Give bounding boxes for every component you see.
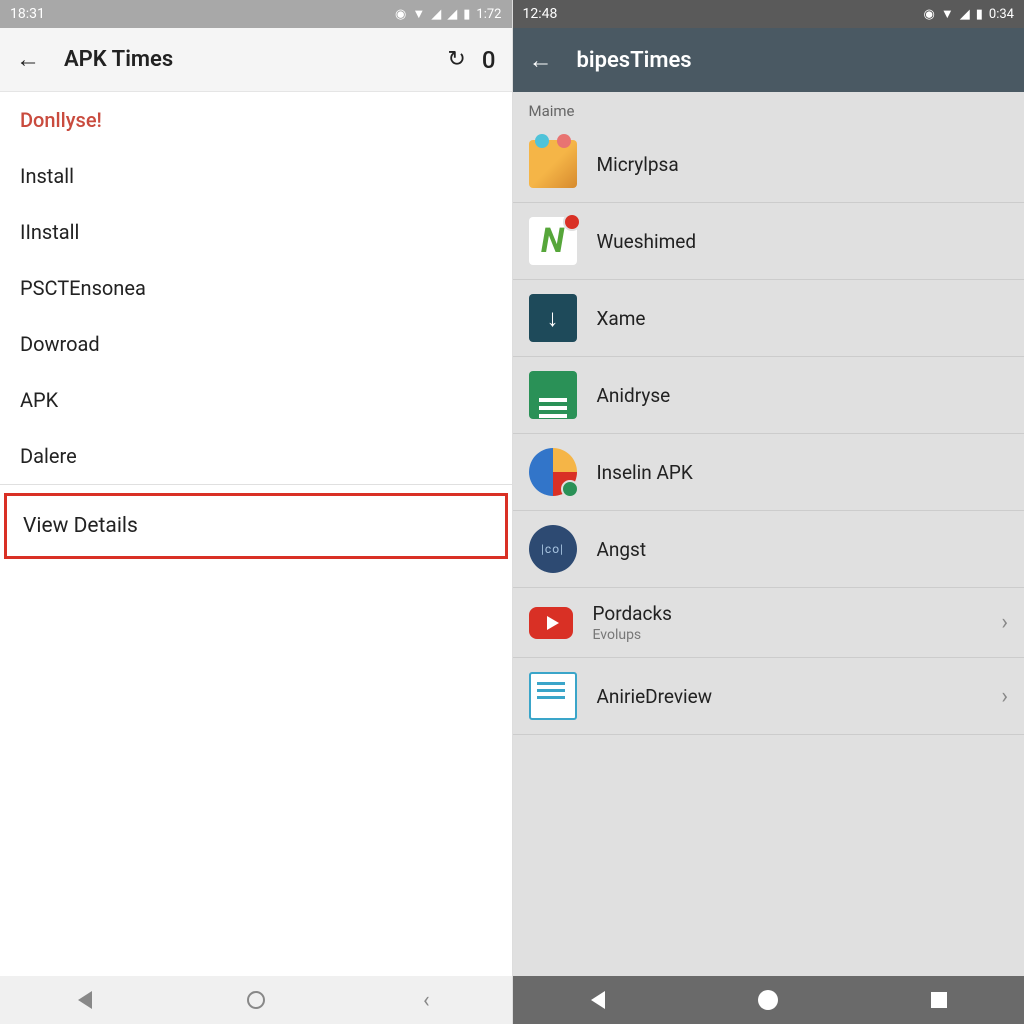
status-bar: 12:48 ◉ ▼ ◢ ▮ 0:34	[513, 0, 1024, 28]
mail-icon	[529, 140, 577, 188]
signal-icon: ◢	[431, 7, 441, 22]
app-name: Angst	[597, 538, 1009, 561]
notif-icon: ◉	[395, 7, 406, 22]
app-row[interactable]: AnirieDreview›	[513, 658, 1024, 735]
battery-icon: ▮	[976, 7, 983, 22]
app-name: AnirieDreview	[597, 685, 1002, 708]
signal-icon: ◢	[960, 7, 970, 22]
left-phone: 18:31 ◉ ▼ ◢ ◢ ▮ 1:72 ← APK Times ↻ 0 Don…	[0, 0, 513, 1024]
status-icons: ◉ ▼ ◢ ◢ ▮ 1:72	[395, 6, 501, 22]
nav-back[interactable]	[67, 982, 103, 1018]
battery-text: 0:34	[989, 7, 1014, 22]
menu-item[interactable]: Dowroad	[0, 316, 512, 372]
doc-icon	[529, 672, 577, 720]
app-name: Wueshimed	[597, 230, 1009, 253]
wifi-icon: ▼	[941, 6, 954, 22]
wifi-icon: ▼	[412, 6, 425, 22]
menu-list: Donllyse!InstallIInstallPSCTEnsoneaDowro…	[0, 92, 512, 976]
down-icon: ↓	[529, 294, 577, 342]
app-row[interactable]: |co| Angst	[513, 511, 1024, 588]
status-icons: ◉ ▼ ◢ ▮ 0:34	[924, 6, 1014, 22]
app-title: APK Times	[64, 47, 447, 72]
signal-icon-2: ◢	[447, 7, 457, 22]
refresh-button[interactable]: ↻	[447, 47, 465, 72]
count-badge: 0	[482, 46, 496, 74]
nav-home[interactable]	[750, 982, 786, 1018]
nav-home[interactable]	[238, 982, 274, 1018]
battery-text: 1:72	[476, 7, 501, 22]
app-name: Pordacks	[593, 602, 1002, 625]
nav-recent[interactable]: ‹	[408, 982, 444, 1018]
menu-item[interactable]: Dalere	[0, 428, 512, 484]
menu-item[interactable]: Donllyse!	[0, 92, 512, 148]
notif-icon: ◉	[924, 7, 935, 22]
back-button[interactable]: ←	[16, 45, 40, 74]
n-icon: N	[529, 217, 577, 265]
app-name: Inselin APK	[597, 461, 1009, 484]
nav-back[interactable]	[580, 982, 616, 1018]
chevron-right-icon: ›	[1001, 684, 1008, 709]
yt-icon	[529, 607, 573, 639]
status-bar: 18:31 ◉ ▼ ◢ ◢ ▮ 1:72	[0, 0, 512, 28]
menu-item[interactable]: IInstall	[0, 204, 512, 260]
chevron-right-icon: ›	[1001, 610, 1008, 635]
nav-bar	[513, 976, 1024, 1024]
app-subtitle: Evolups	[593, 627, 1002, 643]
status-time: 12:48	[523, 6, 924, 22]
app-row[interactable]: Inselin APK	[513, 434, 1024, 511]
view-details-button[interactable]: View Details	[4, 493, 508, 559]
app-row[interactable]: N Wueshimed	[513, 203, 1024, 280]
circle-icon: |co|	[529, 525, 577, 573]
nav-bar: ‹	[0, 976, 512, 1024]
view-details-label: View Details	[23, 514, 138, 538]
app-row[interactable]: Pordacks Evolups›	[513, 588, 1024, 658]
status-time: 18:31	[10, 6, 395, 22]
right-phone: 12:48 ◉ ▼ ◢ ▮ 0:34 ← bipesTimes Maime Mi…	[513, 0, 1024, 1024]
app-row[interactable]: Micrylpsa	[513, 126, 1024, 203]
app-name: Anidryse	[597, 384, 1009, 407]
app-list: Maime Micrylpsa N Wueshimed ↓ Xame Anidryse In…	[513, 92, 1024, 976]
app-bar: ← bipesTimes	[513, 28, 1024, 92]
back-button[interactable]: ←	[529, 46, 553, 75]
nav-recent[interactable]	[921, 982, 957, 1018]
app-bar: ← APK Times ↻ 0	[0, 28, 512, 92]
app-row[interactable]: Anidryse	[513, 357, 1024, 434]
section-label: Maime	[513, 92, 1024, 126]
menu-item[interactable]: Install	[0, 148, 512, 204]
app-row[interactable]: ↓ Xame	[513, 280, 1024, 357]
lines-icon	[529, 371, 577, 419]
pie-icon	[529, 448, 577, 496]
app-name: Xame	[597, 307, 1009, 330]
menu-item[interactable]: APK	[0, 372, 512, 428]
app-title: bipesTimes	[577, 48, 1009, 73]
app-name: Micrylpsa	[597, 153, 1009, 176]
battery-icon: ▮	[463, 7, 470, 22]
menu-item[interactable]: PSCTEnsonea	[0, 260, 512, 316]
